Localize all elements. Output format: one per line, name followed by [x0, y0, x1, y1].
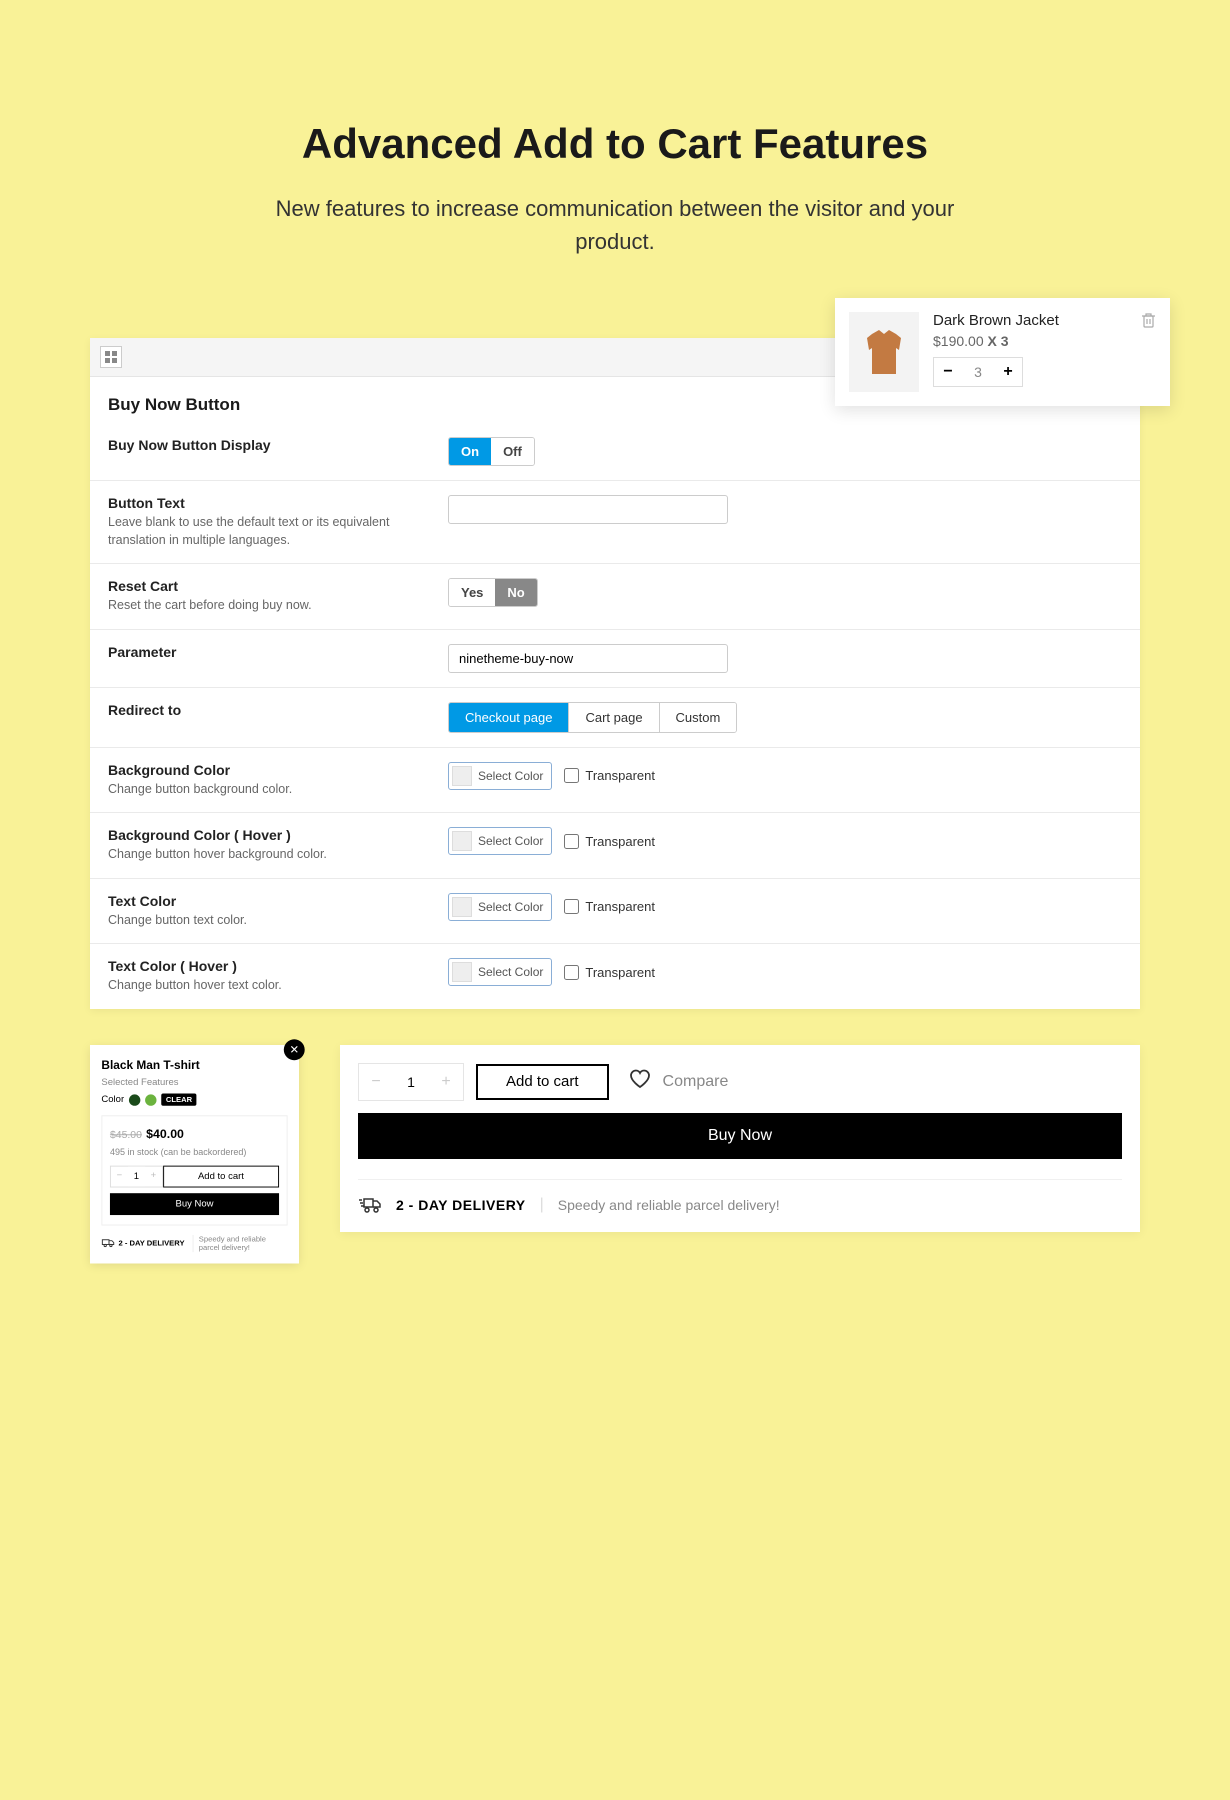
bg-hover-color-picker[interactable]: Select Color — [448, 827, 552, 855]
reset-cart-toggle: Yes No — [448, 578, 538, 607]
color-label: Color — [101, 1094, 124, 1104]
text-hover-transparent-checkbox[interactable]: Transparent — [564, 965, 655, 980]
grid-icon[interactable] — [100, 346, 122, 368]
reset-cart-desc: Reset the cart before doing buy now. — [108, 597, 448, 615]
minicart-quantity-stepper: − + — [933, 357, 1023, 387]
buy-now-button[interactable]: Buy Now — [358, 1113, 1122, 1159]
quick-qty-stepper: − + — [110, 1165, 163, 1187]
parameter-input[interactable] — [448, 644, 728, 673]
quick-view-card: ✕ Black Man T-shirt Selected Features Co… — [90, 1045, 299, 1264]
buy-now-button[interactable]: Buy Now — [110, 1193, 279, 1215]
clear-button[interactable]: CLEAR — [161, 1093, 197, 1105]
qty-input[interactable] — [962, 358, 994, 386]
toggle-yes-button[interactable]: Yes — [449, 579, 495, 606]
bg-color-label: Background Color — [108, 762, 448, 778]
redirect-label: Redirect to — [108, 702, 448, 718]
delivery-text: Speedy and reliable parcel delivery! — [558, 1197, 780, 1213]
bg-color-picker[interactable]: Select Color — [448, 762, 552, 790]
hero-title: Advanced Add to Cart Features — [0, 120, 1230, 168]
qty-plus-button[interactable]: + — [994, 358, 1022, 386]
stock-text: 495 in stock (can be backordered) — [110, 1147, 279, 1157]
redirect-checkout-button[interactable]: Checkout page — [449, 703, 569, 732]
text-hover-color-picker[interactable]: Select Color — [448, 958, 552, 986]
button-text-input[interactable] — [448, 495, 728, 524]
bg-hover-label: Background Color ( Hover ) — [108, 827, 448, 843]
truck-icon — [358, 1196, 382, 1214]
trash-icon[interactable] — [1141, 312, 1156, 392]
compare-link[interactable]: Compare — [663, 1073, 729, 1091]
price-old: $45.00 — [110, 1129, 142, 1140]
qty-minus-button[interactable]: − — [111, 1166, 128, 1186]
minicart-multiplier: X 3 — [988, 333, 1009, 349]
color-swatch-lime[interactable] — [145, 1093, 156, 1104]
redirect-custom-button[interactable]: Custom — [660, 703, 737, 732]
text-color-picker[interactable]: Select Color — [448, 893, 552, 921]
bg-hover-desc: Change button hover background color. — [108, 846, 448, 864]
text-transparent-checkbox[interactable]: Transparent — [564, 899, 655, 914]
add-to-cart-button[interactable]: Add to cart — [163, 1165, 279, 1187]
color-swatch-green[interactable] — [129, 1093, 140, 1104]
parameter-label: Parameter — [108, 644, 448, 660]
quick-title: Black Man T-shirt — [101, 1058, 287, 1071]
display-label: Buy Now Button Display — [108, 437, 448, 453]
toggle-off-button[interactable]: Off — [491, 438, 534, 465]
qty-minus-button[interactable]: − — [934, 358, 962, 386]
delivery-text: Speedy and reliable parcel delivery! — [192, 1235, 287, 1252]
text-color-label: Text Color — [108, 893, 448, 909]
bg-transparent-checkbox[interactable]: Transparent — [564, 768, 655, 783]
minicart-preview: Dark Brown Jacket $190.00 X 3 − + — [835, 298, 1170, 406]
qty-plus-button[interactable]: + — [429, 1064, 463, 1100]
product-actions-card: − + Add to cart Compare Buy Now 2 - DAY … — [340, 1045, 1140, 1232]
reset-cart-label: Reset Cart — [108, 578, 448, 594]
qty-input[interactable] — [393, 1064, 429, 1100]
button-text-desc: Leave blank to use the default text or i… — [108, 514, 448, 549]
bg-hover-transparent-checkbox[interactable]: Transparent — [564, 834, 655, 849]
qty-minus-button[interactable]: − — [359, 1064, 393, 1100]
toggle-no-button[interactable]: No — [495, 579, 536, 606]
price-now: $40.00 — [146, 1126, 184, 1140]
minicart-product-name: Dark Brown Jacket — [933, 312, 1127, 329]
product-thumbnail — [849, 312, 919, 392]
add-to-cart-button[interactable]: Add to cart — [476, 1064, 609, 1100]
hero: Advanced Add to Cart Features New featur… — [0, 120, 1230, 258]
heart-icon[interactable] — [629, 1069, 651, 1094]
settings-panel: Dark Brown Jacket $190.00 X 3 − + Buy No… — [90, 338, 1140, 1009]
redirect-segment: Checkout page Cart page Custom — [448, 702, 737, 733]
qty-input[interactable] — [128, 1166, 145, 1186]
text-color-desc: Change button text color. — [108, 912, 448, 930]
bg-color-desc: Change button background color. — [108, 781, 448, 799]
minicart-price: $190.00 — [933, 333, 984, 349]
hero-subtitle: New features to increase communication b… — [265, 192, 965, 258]
delivery-title: 2 - DAY DELIVERY — [119, 1239, 185, 1247]
redirect-cart-button[interactable]: Cart page — [569, 703, 659, 732]
truck-icon — [101, 1237, 114, 1248]
toggle-on-button[interactable]: On — [449, 438, 491, 465]
quantity-stepper: − + — [358, 1063, 464, 1101]
display-toggle: On Off — [448, 437, 535, 466]
delivery-title: 2 - DAY DELIVERY — [396, 1197, 526, 1213]
text-hover-desc: Change button hover text color. — [108, 977, 448, 995]
button-text-label: Button Text — [108, 495, 448, 511]
text-hover-label: Text Color ( Hover ) — [108, 958, 448, 974]
qty-plus-button[interactable]: + — [145, 1166, 162, 1186]
previews: ✕ Black Man T-shirt Selected Features Co… — [90, 1045, 1140, 1275]
quick-selected-label: Selected Features — [101, 1077, 287, 1087]
close-icon[interactable]: ✕ — [284, 1039, 305, 1060]
